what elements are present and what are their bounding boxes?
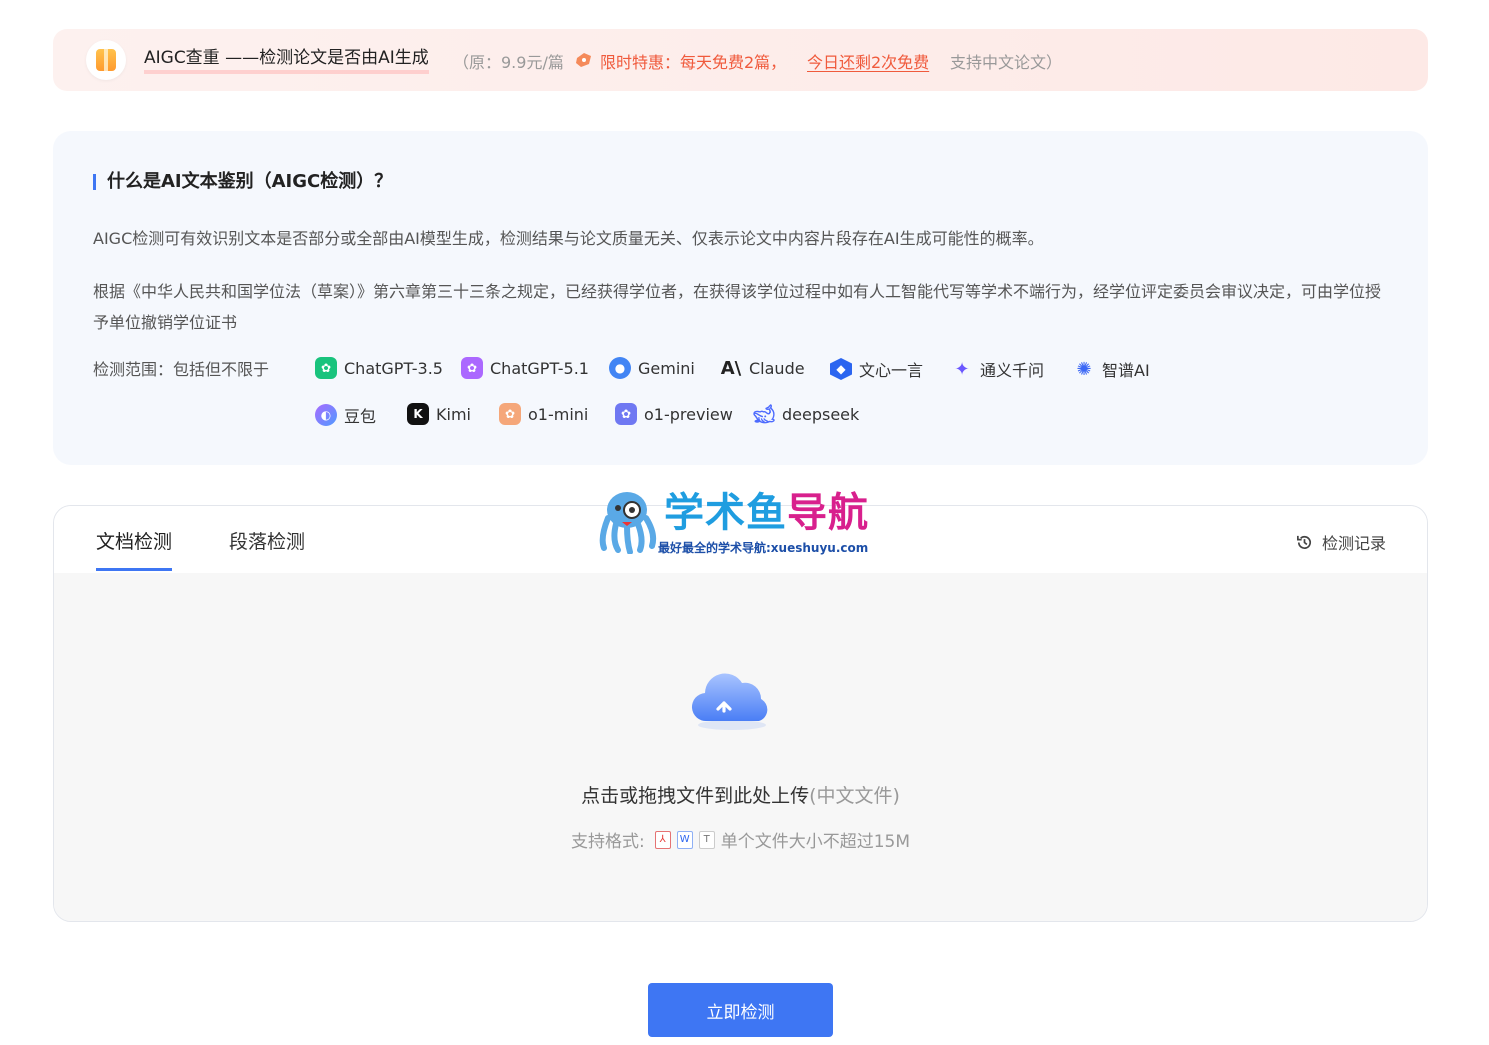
model-chatgpt-51: ✿ ChatGPT-5.1 xyxy=(461,357,589,379)
octopus-logo-icon xyxy=(599,492,657,554)
file-drop-zone[interactable]: 点击或拖拽文件到此处上传(中文文件) 支持格式: ⅄ W T 单个文件大小不超过… xyxy=(54,573,1427,921)
promo-tag-icon xyxy=(576,53,591,67)
model-o1-preview: ✿ o1-preview xyxy=(615,403,733,425)
cloud-upload-icon xyxy=(691,673,768,730)
history-label: 检测记录 xyxy=(1321,534,1386,553)
chatgpt-green-icon: ✿ xyxy=(315,357,337,379)
formats-label: 支持格式: xyxy=(570,832,645,852)
info-paragraph-2: 根据《中华人民共和国学位法（草案）》第六章第三十三条之规定，已经获得学位者，在获… xyxy=(93,282,1382,332)
size-limit-note: 单个文件大小不超过15M xyxy=(720,832,911,852)
kimi-icon: K xyxy=(407,403,429,425)
gemini-icon: ● xyxy=(609,357,631,379)
info-paragraph-1: AIGC检测可有效识别文本是否部分或全部由AI模型生成，检测结果与论文质量无关、… xyxy=(93,229,1044,248)
doubao-icon: ◐ xyxy=(315,404,337,426)
tongyi-icon: ✦ xyxy=(954,358,970,380)
model-deepseek: 🐋︎ deepseek xyxy=(752,403,860,425)
wenxin-icon: ◆ xyxy=(830,358,852,380)
history-icon xyxy=(1296,535,1312,549)
model-kimi: K Kimi xyxy=(407,403,471,425)
txt-icon: T xyxy=(698,830,715,849)
model-wenxin: ◆ 文心一言 xyxy=(830,357,923,381)
xueshuyu-watermark: 学术鱼导航 最好最全的学术导航:xueshuyu.com xyxy=(594,488,894,558)
chatgpt-purple-icon: ✿ xyxy=(461,357,483,379)
tab-paragraph-detection[interactable]: 段落检测 xyxy=(229,527,305,568)
zhipu-icon: ✺ xyxy=(1076,358,1092,380)
claude-icon: A\ xyxy=(720,357,742,379)
word-icon: W xyxy=(676,830,693,849)
o1-preview-icon: ✿ xyxy=(615,403,637,425)
model-claude: A\ Claude xyxy=(720,357,805,379)
banner-promo: 限时特惠：每天免费2篇， xyxy=(600,53,787,72)
info-title: 什么是AI文本鉴别（AIGC检测）？ xyxy=(93,170,392,194)
deepseek-icon: 🐋︎ xyxy=(752,403,776,425)
model-chatgpt-35: ✿ ChatGPT-3.5 xyxy=(315,357,443,379)
model-doubao: ◐ 豆包 xyxy=(315,403,376,427)
drop-instruction: 点击或拖拽文件到此处上传(中文文件) xyxy=(581,785,900,807)
model-o1-mini: ✿ o1-mini xyxy=(499,403,588,425)
banner-title: AIGC查重 ——检测论文是否由AI生成 xyxy=(144,48,429,74)
banner-support-note: 支持中文论文） xyxy=(950,53,1063,72)
upload-panel: 文档检测 段落检测 检测记录 点击或拖拽文件到此处上传(中文文件) 支持格式: … xyxy=(53,505,1428,922)
remaining-free-link[interactable]: 今日还剩2次免费 xyxy=(807,49,929,73)
aigc-info-card: 什么是AI文本鉴别（AIGC检测）？ AIGC检测可有效识别文本是否部分或全部由… xyxy=(53,131,1428,465)
banner-price: （原：9.9元/篇 xyxy=(453,53,564,72)
pdf-icon: ⅄ xyxy=(654,830,671,849)
supported-formats: 支持格式: ⅄ W T 单个文件大小不超过15M xyxy=(54,827,1427,852)
o1-mini-icon: ✿ xyxy=(499,403,521,425)
model-zhipu: ✺ 智谱AI xyxy=(1073,357,1149,381)
start-detection-button[interactable]: 立即检测 xyxy=(648,983,833,1037)
scope-label: 检测范围：包括但不限于 xyxy=(93,360,270,379)
model-tongyi: ✦ 通义千问 xyxy=(951,357,1044,381)
gift-icon xyxy=(86,40,126,80)
watermark-title: 学术鱼导航 xyxy=(664,490,869,536)
watermark-subtitle: 最好最全的学术导航:xueshuyu.com xyxy=(658,541,869,555)
tab-document-detection[interactable]: 文档检测 xyxy=(96,527,173,571)
promo-banner: AIGC查重 ——检测论文是否由AI生成 （原：9.9元/篇 限时特惠：每天免费… xyxy=(53,29,1428,91)
history-button[interactable]: 检测记录 xyxy=(1295,530,1386,554)
model-gemini: ● Gemini xyxy=(609,357,695,379)
